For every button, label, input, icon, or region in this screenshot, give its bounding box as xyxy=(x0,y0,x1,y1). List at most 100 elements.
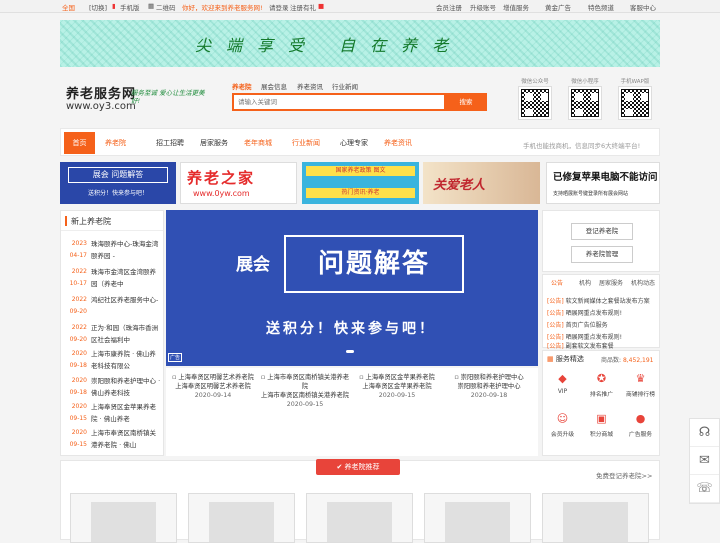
location: 全国 xyxy=(62,4,75,12)
search-input[interactable] xyxy=(234,95,434,109)
qrcode-link[interactable]: 二维码 xyxy=(156,2,176,12)
search-tab[interactable]: 养老资讯 xyxy=(297,81,323,91)
thumb-name[interactable]: 上海奉贤区明馨艺术养老院 xyxy=(168,382,258,391)
list-link[interactable]: 上海市康养院 · 佛山养老科技有限公 xyxy=(91,348,161,372)
nav-tip: 手机也能找商机，信息同步6大终端平台! xyxy=(523,142,641,150)
nav-item[interactable]: 心理专家 xyxy=(340,138,368,148)
medal-icon: ✪ xyxy=(596,372,607,385)
headset-icon[interactable]: ☊ xyxy=(690,419,719,447)
notice-tab[interactable]: 公告 xyxy=(551,278,563,287)
ad-banner[interactable]: 关爱老人 xyxy=(423,162,540,204)
register-link[interactable]: 注册有礼 xyxy=(290,2,316,12)
thumb-name[interactable]: 上海市奉贤区南桥镇关港养老院 xyxy=(260,391,350,400)
list-date: 2023 04-17 xyxy=(69,240,87,259)
topbar-link[interactable]: 会员注册 xyxy=(436,2,462,12)
list-link[interactable]: 崇阳颐和养老护理中心 · 佛山养老科技 xyxy=(91,375,161,399)
thumb-name[interactable]: 上海奉贤区金苹果养老院 xyxy=(352,382,442,391)
switch-city-link[interactable]: [切换] xyxy=(89,2,107,12)
recommend-card[interactable] xyxy=(70,493,177,543)
notice-item[interactable]: [公告] 晒展网重点发布规则! xyxy=(547,332,622,341)
notice-item[interactable]: [公告] 软文新闻媒体之套餐站发布方案 xyxy=(547,296,650,305)
list-item[interactable]: 2022 09-20 鸿纪社区养老服务中心- xyxy=(61,294,165,318)
thumb-name[interactable]: 崇阳颐和养老护理中心 xyxy=(444,382,534,391)
top-bar: 全国 [切换] ▮ 手机版 ▦ 二维码 你好，欢迎来到养老服务网! 请登录 注册… xyxy=(0,0,720,13)
nav-item[interactable]: 老年商城 xyxy=(244,138,272,148)
nav-item[interactable]: 行业新闻 xyxy=(292,138,320,148)
login-link[interactable]: 请登录 xyxy=(269,2,289,12)
list-date: 2020 09-18 xyxy=(69,377,87,396)
service-points[interactable]: ▣ 积分商城 xyxy=(582,408,621,446)
thumb-item[interactable]: ▫ 上海市奉贤区南桥镇关港养老院 上海市奉贤区南桥镇关港养老院 2020-09-… xyxy=(260,373,350,409)
phone-icon[interactable]: ☏ xyxy=(690,475,719,503)
recommend-card[interactable] xyxy=(542,493,649,543)
list-item[interactable]: 2020 09-18 崇阳颐和养老护理中心 · 佛山养老科技 xyxy=(61,375,165,399)
topbar-link[interactable]: 特色频道 xyxy=(588,2,614,12)
nav-item[interactable]: 居家服务 xyxy=(200,138,228,148)
list-link[interactable]: 珠海颐养中心-珠海金湾颐养园 - xyxy=(91,238,161,262)
mobile-icon: ▮ xyxy=(112,2,116,10)
top-banner[interactable]: 尖端享受 自在养老 xyxy=(60,20,660,67)
list-link[interactable]: 正为·和园（珠海市香洲区社会福利中 xyxy=(91,322,161,346)
list-link[interactable]: 鸿纪社区养老服务中心- xyxy=(91,294,161,306)
list-link[interactable]: 上海奉贤区金苹果养老院 · 佛山养老 xyxy=(91,401,161,425)
search-button[interactable]: 搜索 xyxy=(445,93,487,111)
slider-dot[interactable] xyxy=(346,350,354,353)
gift-icon: ▣ xyxy=(596,412,607,425)
thumb-item[interactable]: ▫ 上海奉贤区金苹果养老院 上海奉贤区金苹果养老院 2020-09-15 xyxy=(352,373,442,400)
service-ads[interactable]: ● 广告服务 xyxy=(621,408,660,446)
notice-tab[interactable]: 居家服务 xyxy=(599,278,623,287)
list-item[interactable]: 2023 04-17 珠海颐养中心-珠海金湾颐养园 - xyxy=(61,238,165,262)
hero-slider[interactable]: 展会 问题解答 送积分！快来参与吧！ 广告 xyxy=(166,210,538,366)
notice-item[interactable]: [公告] 首页广告位服务 xyxy=(547,320,608,329)
nav-item[interactable]: 养老资讯 xyxy=(384,138,412,148)
service-rank[interactable]: ✪ 排名推广 xyxy=(582,368,621,406)
list-item[interactable]: 2022 09-20 正为·和园（珠海市香洲区社会福利中 xyxy=(61,322,165,346)
list-item[interactable]: 2022 10-17 珠海市金湾区金湾颐养园（养老中 xyxy=(61,266,165,290)
recommend-card[interactable] xyxy=(306,493,413,543)
list-item[interactable]: 2020 09-18 上海市康养院 · 佛山养老科技有限公 xyxy=(61,348,165,372)
nav-item[interactable]: 招工招聘 xyxy=(156,138,184,148)
list-link[interactable]: 上海市奉贤区南桥镇关港养老院 · 佛山 xyxy=(91,427,161,451)
broken-image-icon: ▫ xyxy=(172,374,177,381)
banner-text: 尖端享受 自在养老 xyxy=(195,36,464,55)
topbar-link[interactable]: 升级账号 xyxy=(470,2,496,12)
notice-tab[interactable]: 机构动态 xyxy=(631,278,655,287)
notice-item[interactable]: [公告] 晒展网重点发布规则! xyxy=(547,308,622,317)
manage-home-button[interactable]: 养老院管理 xyxy=(571,246,633,263)
ad-title: 国家养老政策 图文 xyxy=(306,166,415,176)
service-upgrade[interactable]: ☺ 会员升级 xyxy=(543,408,582,446)
search-tab[interactable]: 展会信息 xyxy=(261,81,287,91)
notice-item[interactable]: [公告] 副套软文发布套餐 xyxy=(547,341,614,350)
nav-item[interactable]: 养老院 xyxy=(105,138,126,148)
mobile-link[interactable]: 手机版 xyxy=(120,2,140,12)
topbar-link[interactable]: 增值服务 xyxy=(503,2,529,12)
ad-banner[interactable]: 已修复苹果电脑不能访问 支持晒展账号键登录所有展会网站 xyxy=(546,162,660,204)
site-logo[interactable]: 养老服务网 xyxy=(66,83,136,102)
list-item[interactable]: 2020 09-15 上海市奉贤区南桥镇关港养老院 · 佛山 xyxy=(61,427,165,451)
list-link[interactable]: 珠海市金湾区金湾颐养园（养老中 xyxy=(91,266,161,290)
ad-banner[interactable]: 展会 问题解答 送积分！快来参与吧！ xyxy=(60,162,176,204)
search-tab[interactable]: 养老院 xyxy=(232,81,252,91)
search-tab[interactable]: 行业新闻 xyxy=(332,81,358,91)
nav-home[interactable]: 首页 xyxy=(64,132,95,154)
register-home-button[interactable]: 登记养老院 xyxy=(571,223,633,240)
topbar-link[interactable]: 客服中心 xyxy=(630,2,656,12)
recommend-card[interactable] xyxy=(424,493,531,543)
recommend-card[interactable] xyxy=(188,493,295,543)
ad-banner[interactable]: 养老之家 www.0yw.com xyxy=(180,162,297,204)
service-vip[interactable]: ◆ VIP xyxy=(543,368,582,406)
topbar-link[interactable]: 黄金广告 xyxy=(545,2,571,12)
notice-tab[interactable]: 机构 xyxy=(579,278,591,287)
ad-banner[interactable]: 国家养老政策 图文 热门资讯·养老 xyxy=(302,162,419,204)
qrcode-icon: ▦ xyxy=(148,2,155,10)
ad-title: 已修复苹果电脑不能访问 xyxy=(553,172,658,183)
qr-code-image xyxy=(568,86,602,120)
wechat-icon[interactable]: ✉ xyxy=(690,447,719,475)
thumb-item[interactable]: ▫ 崇阳颐和养老护理中心 崇阳颐和养老护理中心 2020-09-18 xyxy=(444,373,534,400)
thumb-image-alt: ▫ 崇阳颐和养老护理中心 xyxy=(454,374,524,381)
thumb-image-alt: ▫ 上海市奉贤区南桥镇关港养老院 xyxy=(260,374,350,390)
register-free-link[interactable]: 免费登记养老院>> xyxy=(596,470,652,480)
list-item[interactable]: 2020 09-15 上海奉贤区金苹果养老院 · 佛山养老 xyxy=(61,401,165,425)
thumb-item[interactable]: ▫ 上海奉贤区明馨艺术养老院 上海奉贤区明馨艺术养老院 2020-09-14 xyxy=(168,373,258,400)
service-shop-rank[interactable]: ♛ 商铺排行榜 xyxy=(621,368,660,406)
